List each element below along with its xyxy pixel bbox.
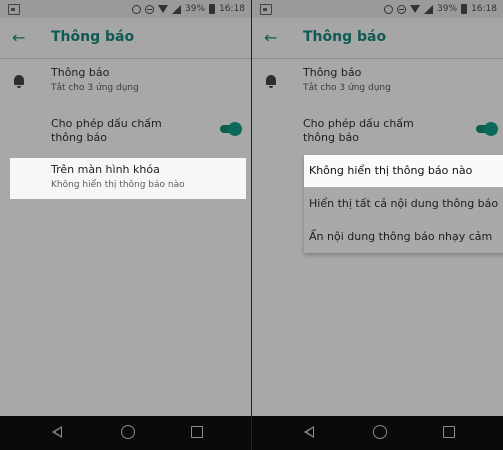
status-bar: 39% 16:18 [0, 0, 251, 18]
battery-percent: 39% [437, 4, 458, 14]
alarm-icon [384, 4, 394, 14]
bell-icon [266, 75, 276, 88]
back-arrow-icon[interactable]: ← [264, 28, 284, 48]
notification-dot-toggle[interactable] [474, 122, 498, 136]
nav-home-icon[interactable] [121, 425, 135, 439]
notification-dot-toggle[interactable] [218, 122, 242, 136]
dot-row-title-line1[interactable]: Cho phép dấu chấm [303, 117, 414, 130]
toggle-thumb [228, 122, 242, 136]
nav-recents-icon[interactable] [191, 426, 203, 438]
app-bar-divider [252, 58, 503, 59]
lockscreen-options-popup: Không hiển thị thông báo nào Hiển thị tấ… [304, 155, 503, 253]
toggle-thumb [484, 122, 498, 136]
clock: 16:18 [219, 4, 245, 14]
back-arrow-icon[interactable]: ← [12, 28, 32, 48]
lockscreen-row[interactable]: Trên màn hình khóa Không hiển thị thông … [10, 158, 246, 199]
clock: 16:18 [471, 4, 497, 14]
battery-icon [209, 4, 216, 14]
navigation-bar [252, 416, 503, 450]
dot-row-title-line1[interactable]: Cho phép dấu chấm [51, 117, 162, 130]
nav-recents-icon[interactable] [443, 426, 455, 438]
signal-icon [424, 4, 434, 14]
dot-row-title-line2: thông báo [51, 131, 107, 144]
status-icons: 39% 16:18 [384, 2, 497, 16]
do-not-disturb-icon [397, 4, 407, 14]
bell-icon [14, 75, 24, 88]
image-notification-icon [8, 4, 20, 15]
notifications-row-subtitle: Tắt cho 3 ứng dụng [51, 83, 139, 93]
nav-back-icon[interactable] [52, 426, 62, 438]
page-title: Thông báo [303, 29, 387, 45]
option-show-all[interactable]: Hiển thị tất cả nội dung thông báo [304, 188, 503, 220]
battery-icon [461, 4, 468, 14]
option-hide-all[interactable]: Không hiển thị thông báo nào [304, 155, 503, 187]
page-title: Thông báo [51, 29, 135, 45]
do-not-disturb-icon [145, 4, 155, 14]
lockscreen-row-title: Trên màn hình khóa [51, 163, 160, 176]
status-icons: 39% 16:18 [132, 2, 245, 16]
notifications-row-subtitle: Tắt cho 3 ứng dụng [303, 83, 391, 93]
navigation-bar [0, 416, 251, 450]
app-bar: ← Thông báo [0, 18, 251, 58]
app-bar-divider [0, 58, 251, 59]
image-notification-icon [260, 4, 272, 15]
lockscreen-row-subtitle: Không hiển thị thông báo nào [51, 180, 185, 190]
wifi-icon [158, 5, 169, 13]
app-bar: ← Thông báo [252, 18, 503, 58]
wifi-icon [410, 5, 421, 13]
notifications-row-title[interactable]: Thông báo [303, 66, 361, 79]
signal-icon [172, 4, 182, 14]
option-hide-sensitive[interactable]: Ẩn nội dung thông báo nhạy cảm [304, 221, 503, 253]
right-screen: 39% 16:18 ← Thông báo Thông báo Tắt cho … [252, 0, 503, 450]
nav-home-icon[interactable] [373, 425, 387, 439]
left-screen: 39% 16:18 ← Thông báo Thông báo Tắt cho … [0, 0, 251, 450]
status-bar: 39% 16:18 [252, 0, 503, 18]
alarm-icon [132, 4, 142, 14]
nav-back-icon[interactable] [304, 426, 314, 438]
battery-percent: 39% [185, 4, 206, 14]
dot-row-title-line2: thông báo [303, 131, 359, 144]
notifications-row-title[interactable]: Thông báo [51, 66, 109, 79]
